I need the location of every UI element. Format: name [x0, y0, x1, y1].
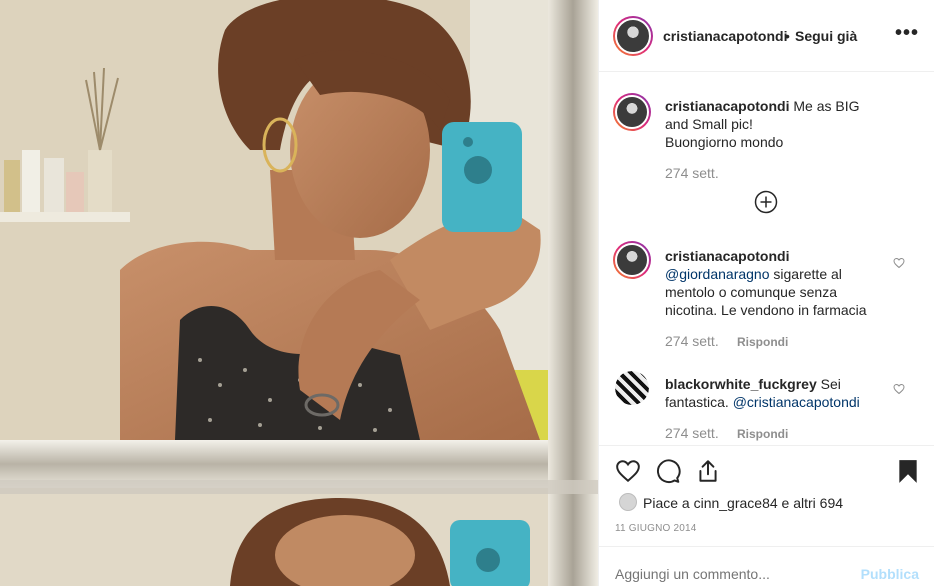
reply-button[interactable]: Rispondi — [737, 335, 788, 349]
comment-text: blackorwhite_fuckgrey Sei fantastica. @c… — [665, 375, 885, 411]
caption-line-2: Buongiorno mondo — [665, 134, 784, 150]
comment-item: cristianacapotondi @giordanaragno sigare… — [599, 229, 934, 359]
header-separator: • — [785, 28, 790, 44]
post-date[interactable]: 11 GIUGNO 2014 — [615, 523, 697, 534]
caption: cristianacapotondi Me as BIG and Small p… — [599, 73, 934, 214]
post-header: cristianacapotondi • Segui già ••• — [599, 0, 934, 72]
post-side-panel: cristianacapotondi • Segui già ••• crist… — [598, 0, 934, 586]
comment-avatar[interactable] — [615, 371, 649, 405]
comments-list[interactable]: cristianacapotondi Me as BIG and Small p… — [599, 73, 934, 445]
comment-text: cristianacapotondi @giordanaragno sigare… — [665, 247, 885, 319]
post-actions: Piace a cinn_grace84 e altri 694 11 GIUG… — [599, 445, 934, 586]
caption-avatar[interactable] — [613, 93, 651, 131]
heart-icon[interactable] — [615, 458, 641, 484]
comment-input[interactable] — [615, 566, 835, 582]
publish-button[interactable]: Pubblica — [861, 566, 919, 582]
comment-like-icon[interactable] — [893, 257, 905, 269]
post-photo[interactable] — [0, 0, 598, 586]
comment-item: blackorwhite_fuckgrey Sei fantastica. @c… — [599, 363, 934, 445]
comment-mention[interactable]: @cristianacapotondi — [733, 394, 860, 410]
liker-avatar[interactable] — [619, 493, 637, 511]
comment-time[interactable]: 274 sett. — [665, 333, 719, 349]
caption-username[interactable]: cristianacapotondi — [665, 98, 789, 114]
comment-username[interactable]: blackorwhite_fuckgrey — [665, 376, 817, 392]
share-icon[interactable] — [695, 458, 721, 484]
reply-button[interactable]: Rispondi — [737, 427, 788, 441]
caption-text: cristianacapotondi Me as BIG and Small p… — [665, 97, 885, 151]
comment-mention[interactable]: @giordanaragno — [665, 266, 770, 282]
comment-avatar[interactable] — [613, 241, 651, 279]
plus-circle-icon[interactable] — [754, 190, 778, 214]
caption-time[interactable]: 274 sett. — [665, 165, 719, 181]
bookmark-icon[interactable] — [895, 458, 921, 484]
comment-username[interactable]: cristianacapotondi — [665, 248, 789, 264]
likes-count[interactable]: Piace a cinn_grace84 e altri 694 — [643, 495, 843, 511]
more-icon[interactable]: ••• — [895, 22, 919, 45]
comment-time[interactable]: 274 sett. — [665, 425, 719, 441]
author-username[interactable]: cristianacapotondi — [663, 28, 787, 44]
author-avatar[interactable] — [613, 16, 653, 56]
follow-button[interactable]: Segui già — [795, 28, 857, 44]
photo-illustration — [0, 0, 598, 586]
comment-like-icon[interactable] — [893, 383, 905, 395]
comment-icon[interactable] — [655, 458, 681, 484]
